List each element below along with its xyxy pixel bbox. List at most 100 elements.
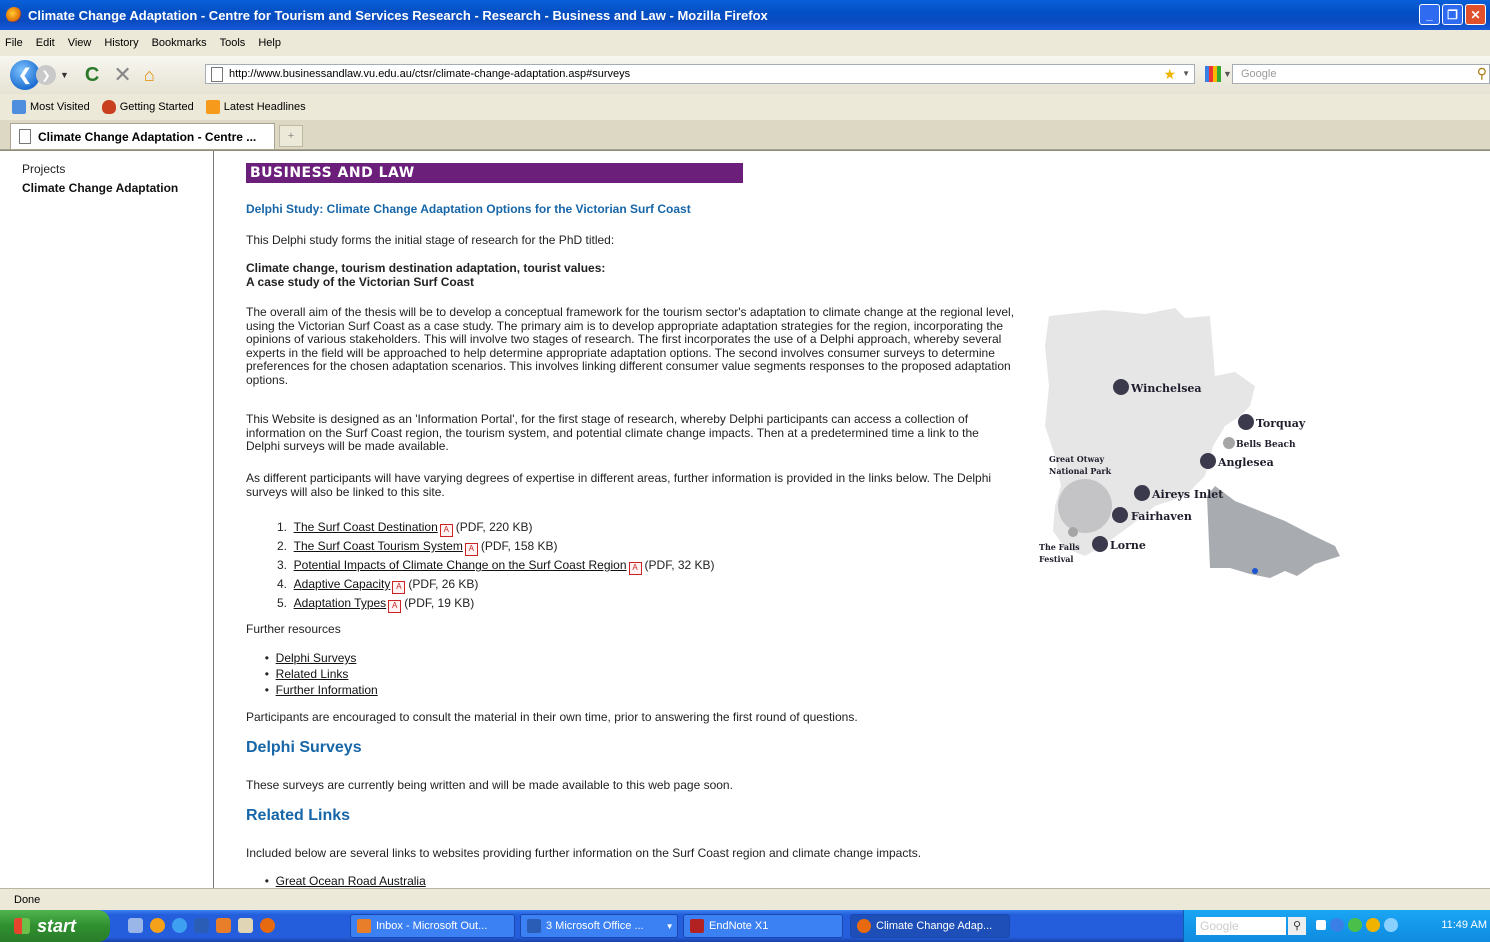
- list-item: • Related Links: [246, 666, 378, 682]
- map-dot-anglesea: [1200, 453, 1216, 469]
- tray-network-icon[interactable]: [1330, 918, 1344, 932]
- list-item: 2. The Surf Coast Tourism System A (PDF, 1…: [246, 537, 715, 556]
- close-button[interactable]: ✕: [1465, 4, 1486, 25]
- menu-file[interactable]: File: [5, 37, 23, 49]
- tab-label: Climate Change Adaptation - Centre ...: [38, 129, 257, 144]
- desktop-icon[interactable]: [128, 918, 143, 933]
- media-icon[interactable]: [150, 918, 165, 933]
- pdf-icon: A: [392, 581, 406, 594]
- bookmark-most-visited[interactable]: Most Visited: [12, 100, 90, 114]
- pdf-icon: A: [388, 600, 402, 613]
- word-icon[interactable]: [194, 918, 209, 933]
- start-button[interactable]: start: [0, 910, 110, 942]
- document-link[interactable]: Adaptive Capacity: [294, 577, 391, 591]
- new-tab-button[interactable]: +: [279, 125, 303, 147]
- google-icon: [1205, 66, 1221, 82]
- search-engine-selector[interactable]: ▼: [1205, 64, 1233, 84]
- map-label-the-falls: The Falls: [1039, 542, 1080, 552]
- document-link[interactable]: The Surf Coast Destination: [294, 520, 438, 534]
- address-bar[interactable]: http://www.businessandlaw.vu.edu.au/ctsr…: [205, 64, 1195, 84]
- great-otway-park-circle: [1058, 479, 1112, 533]
- bookmark-getting-started[interactable]: Getting Started: [101, 100, 194, 114]
- pdf-icon: A: [439, 524, 453, 537]
- history-dropdown-icon[interactable]: ▼: [60, 70, 69, 80]
- bullet: •: [264, 683, 269, 697]
- map-label-lorne: Lorne: [1110, 539, 1146, 552]
- quick-launch: [128, 918, 275, 933]
- task-endnote[interactable]: EndNote X1: [683, 914, 843, 938]
- chevron-down-icon: ▼: [1223, 69, 1232, 79]
- task-inbox-outlook[interactable]: Inbox - Microsoft Out...: [350, 914, 515, 938]
- bookmark-star-icon[interactable]: ★: [1163, 66, 1176, 83]
- document-link[interactable]: Adaptation Types: [294, 596, 387, 610]
- document-meta: (PDF, 158 KB): [480, 539, 558, 553]
- firefox-icon: [857, 919, 871, 933]
- menu-tools[interactable]: Tools: [220, 37, 246, 49]
- participants-note: Participants are encouraged to consult t…: [246, 710, 858, 724]
- tray-security-icon[interactable]: [1348, 918, 1362, 932]
- map-label-anglesea: Anglesea: [1217, 456, 1274, 469]
- page-icon: [211, 66, 223, 82]
- windows-flag-icon: [14, 918, 30, 934]
- address-dropdown-icon[interactable]: ▼: [1182, 69, 1190, 78]
- forward-button[interactable]: ❯: [36, 65, 56, 85]
- folder-icon[interactable]: [238, 918, 253, 933]
- tray-app-icon[interactable]: [1316, 920, 1326, 930]
- thesis-title-line-2: A case study of the Victorian Surf Coast: [246, 275, 475, 289]
- page-icon: [19, 129, 31, 144]
- further-resources-label: Further resources: [246, 622, 341, 636]
- map-dot-bells-beach: [1223, 437, 1235, 449]
- address-text: http://www.businessandlaw.vu.edu.au/ctsr…: [229, 68, 631, 80]
- windows-taskbar: start Inbox - Microsoft Out... 3 Microso…: [0, 910, 1490, 942]
- stop-icon[interactable]: ✕: [113, 62, 131, 88]
- sidebar-item-climate-change-adaptation[interactable]: Climate Change Adaptation: [22, 181, 178, 195]
- task-microsoft-office[interactable]: 3 Microsoft Office ... ▼: [520, 914, 678, 938]
- navigation-toolbar: ❮ ❯ ▼ C ✕ ⌂ http://www.businessandlaw.vu…: [0, 56, 1490, 94]
- bookmark-label: Most Visited: [30, 101, 90, 113]
- google-toolbar-search[interactable]: Google: [1196, 917, 1286, 935]
- document-link[interactable]: Potential Impacts of Climate Change on t…: [294, 558, 627, 572]
- tab-climate-change-adaptation[interactable]: Climate Change Adaptation - Centre ...: [10, 123, 275, 149]
- tray-volume-icon[interactable]: [1384, 918, 1398, 932]
- resource-link-delphi-surveys[interactable]: Delphi Surveys: [276, 651, 357, 665]
- search-icon[interactable]: ⚲: [1477, 65, 1487, 82]
- map-label-winchelsea: Winchelsea: [1130, 382, 1202, 395]
- tray-update-icon[interactable]: [1366, 918, 1380, 932]
- menu-view[interactable]: View: [68, 37, 92, 49]
- study-title: Delphi Study: Climate Change Adaptation …: [246, 202, 691, 216]
- internet-explorer-icon[interactable]: [172, 918, 187, 933]
- resource-link-related-links[interactable]: Related Links: [276, 667, 349, 681]
- maximize-button[interactable]: ❐: [1442, 4, 1463, 25]
- bullet: •: [264, 667, 269, 681]
- outlook-icon[interactable]: [216, 918, 231, 933]
- search-input[interactable]: Google ⚲: [1232, 64, 1490, 84]
- list-number: 5.: [276, 596, 287, 610]
- tray-icons: [1316, 918, 1398, 932]
- minimize-button[interactable]: _: [1419, 4, 1440, 25]
- bookmarks-toolbar: Most Visited Getting Started Latest Head…: [0, 94, 1490, 120]
- document-meta: (PDF, 19 KB): [404, 596, 475, 610]
- map-dot-torquay: [1238, 414, 1254, 430]
- bookmark-label: Getting Started: [119, 101, 194, 113]
- rss-icon: [205, 100, 220, 114]
- sidebar-item-projects[interactable]: Projects: [22, 162, 65, 176]
- resource-link-further-information[interactable]: Further Information: [276, 683, 378, 697]
- firefox-icon[interactable]: [260, 918, 275, 933]
- list-item: • Great Ocean Road Australia: [246, 873, 426, 889]
- search-icon[interactable]: ⚲: [1288, 917, 1306, 935]
- task-climate-change-firefox[interactable]: Climate Change Adap...: [850, 914, 1010, 938]
- map-label-torquay: Torquay: [1256, 417, 1306, 430]
- document-link[interactable]: The Surf Coast Tourism System: [294, 539, 463, 553]
- firefox-icon: [6, 7, 22, 23]
- home-icon[interactable]: ⌂: [144, 65, 155, 86]
- surveys-text: These surveys are currently being writte…: [246, 778, 733, 792]
- menu-edit[interactable]: Edit: [36, 37, 55, 49]
- related-link-great-ocean-road[interactable]: Great Ocean Road Australia: [276, 874, 426, 888]
- menu-bookmarks[interactable]: Bookmarks: [152, 37, 207, 49]
- menu-help[interactable]: Help: [258, 37, 281, 49]
- reload-icon[interactable]: C: [85, 64, 99, 87]
- menu-history[interactable]: History: [104, 37, 138, 49]
- window-title-bar: Climate Change Adaptation - Centre for T…: [0, 0, 1490, 30]
- bookmark-latest-headlines[interactable]: Latest Headlines: [205, 100, 306, 114]
- menu-bar: File Edit View History Bookmarks Tools H…: [0, 30, 1490, 57]
